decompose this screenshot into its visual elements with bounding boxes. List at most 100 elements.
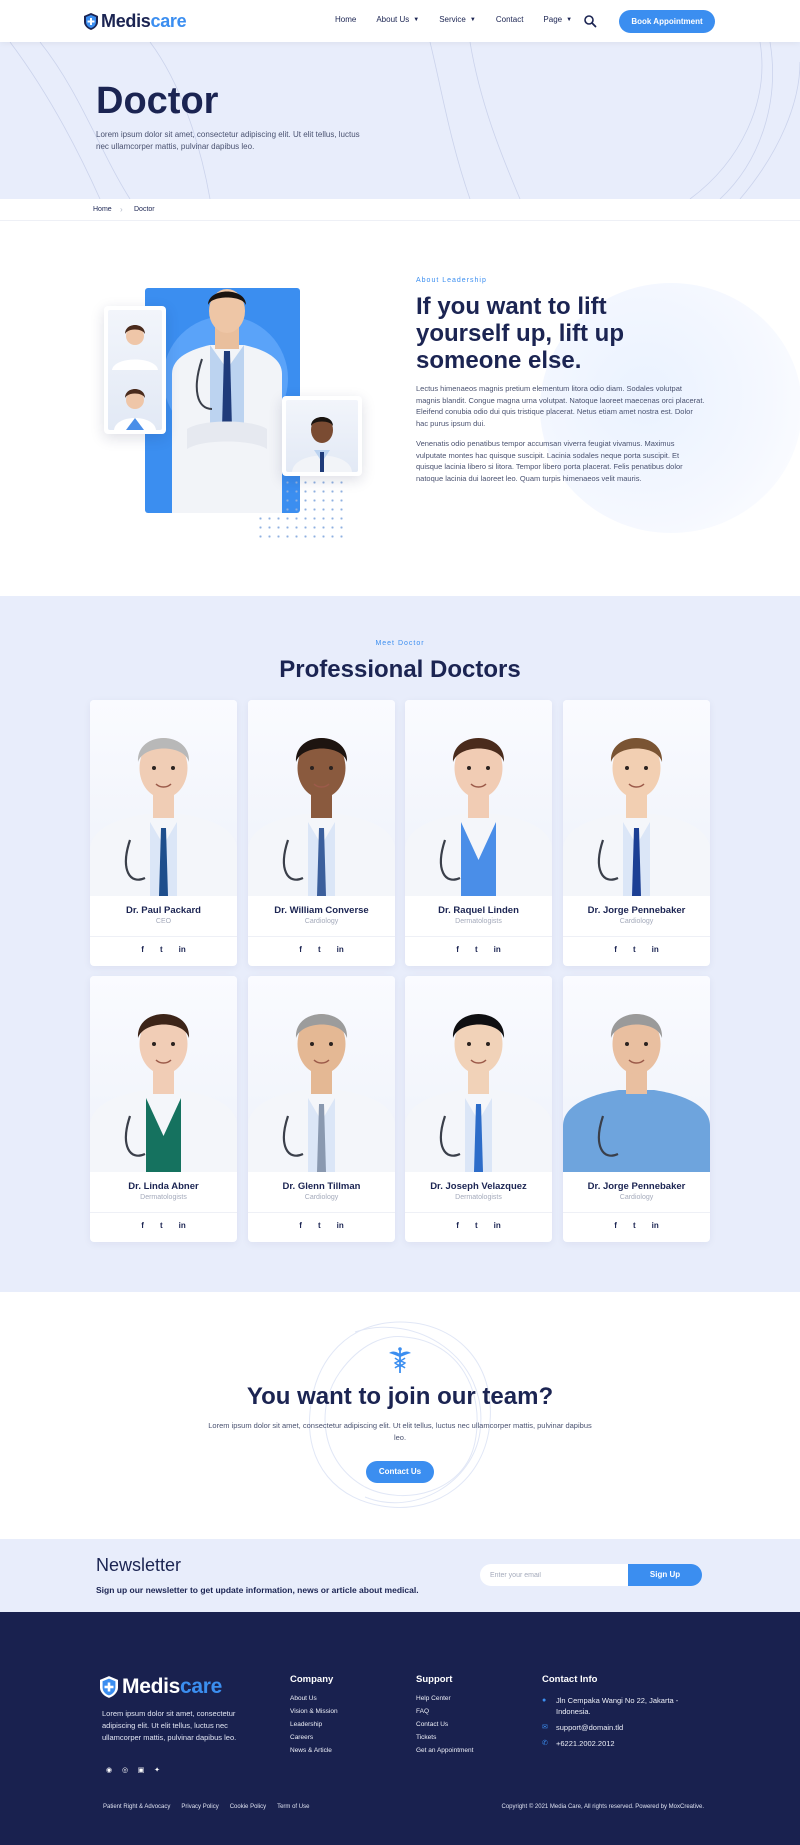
doctor-role: Dermatologists — [455, 918, 502, 925]
doctor-name[interactable]: Dr. Glenn Tillman — [248, 1181, 395, 1192]
footer-social-links: ◉ ◎ ▣ ✦ — [104, 1766, 168, 1776]
legal-link-term-of-use[interactable]: Term of Use — [277, 1804, 309, 1810]
footer-link-careers[interactable]: Careers — [290, 1734, 338, 1741]
nav-item-page[interactable]: Page ▼ — [543, 15, 572, 24]
facebook-icon[interactable]: f — [456, 945, 459, 954]
linkedin-icon[interactable]: in — [494, 1221, 501, 1230]
doctor-card[interactable]: Dr. Joseph Velazquez Dermatologists f t … — [405, 976, 552, 1242]
footer-logo[interactable]: Medis care — [100, 1675, 222, 1699]
breadcrumb-home-link[interactable]: Home — [93, 206, 112, 213]
linkedin-icon[interactable]: in — [337, 945, 344, 954]
doctor-card[interactable]: Dr. William Converse Cardiology f t in — [248, 700, 395, 966]
instagram-icon[interactable]: ◎ — [120, 1766, 130, 1776]
footer-link-faq[interactable]: FAQ — [416, 1708, 473, 1715]
doctor-role: CEO — [155, 918, 172, 925]
doctor-name[interactable]: Dr. Jorge Pennebaker — [563, 1181, 710, 1192]
footer-company-column: Company About Us Vision & Mission Leadersh… — [290, 1674, 338, 1760]
doctor-card[interactable]: Dr. Glenn Tillman Cardiology f t in — [248, 976, 395, 1242]
twitter-icon[interactable]: ✦ — [152, 1766, 162, 1776]
contact-us-button[interactable]: Contact Us — [366, 1461, 434, 1483]
twitter-icon[interactable]: t — [475, 1221, 478, 1230]
twitter-icon[interactable]: t — [633, 1221, 636, 1230]
doctor-card[interactable]: Dr. Jorge Pennebaker Cardiology f t in — [563, 976, 710, 1242]
footer-link-news-article[interactable]: News & Article — [290, 1747, 338, 1754]
doctor-photo — [90, 700, 237, 896]
facebook-icon[interactable]: f — [299, 1221, 302, 1230]
doctor-name[interactable]: Dr. Linda Abner — [90, 1181, 237, 1192]
footer-link-help-center[interactable]: Help Center — [416, 1695, 473, 1702]
join-team-section: You want to join our team? Lorem ipsum d… — [0, 1292, 800, 1539]
facebook-icon[interactable]: f — [141, 1221, 144, 1230]
doctor-name[interactable]: Dr. Paul Packard — [90, 905, 237, 916]
twitter-icon[interactable]: t — [318, 945, 321, 954]
doctor-name[interactable]: Dr. Joseph Velazquez — [405, 1181, 552, 1192]
legal-link-patient-right-advocacy[interactable]: Patient Right & Advocacy — [103, 1804, 170, 1810]
shield-logo-icon — [84, 13, 98, 30]
doctors-title: Professional Doctors — [279, 656, 521, 683]
nav-item-home[interactable]: Home — [335, 15, 356, 24]
legal-link-cookie-policy[interactable]: Cookie Policy — [230, 1804, 266, 1810]
footer-link-get-an-appointment[interactable]: Get an Appointment — [416, 1747, 473, 1754]
twitter-icon[interactable]: t — [633, 945, 636, 954]
footer-link-leadership[interactable]: Leadership — [290, 1721, 338, 1728]
leadership-paragraph-2: Venenatis odio penatibus tempor accumsan… — [416, 439, 683, 483]
linkedin-icon[interactable]: in — [179, 1221, 186, 1230]
linkedin-icon[interactable]: in — [179, 945, 186, 954]
legal-link-privacy-policy[interactable]: Privacy Policy — [181, 1804, 218, 1810]
footer-link-contact-us[interactable]: Contact Us — [416, 1721, 473, 1728]
logo[interactable]: Medis care — [84, 11, 187, 32]
doctor-card[interactable]: Dr. Paul Packard CEO f t in — [90, 700, 237, 966]
twitter-icon[interactable]: t — [475, 945, 478, 954]
chevron-down-icon: ▼ — [566, 16, 573, 23]
nav-item-contact[interactable]: Contact — [496, 15, 524, 24]
doctor-social-links: f t in — [248, 945, 395, 954]
thumbnail-photo-frame — [104, 306, 166, 434]
newsletter-email-input[interactable] — [480, 1564, 630, 1586]
doctor-role: Cardiology — [304, 918, 339, 925]
join-title: You want to join our team? — [246, 1383, 554, 1410]
facebook-icon[interactable]: f — [141, 945, 144, 954]
footer-phone[interactable]: ✆ +6221.2002.2012 — [542, 1738, 712, 1749]
twitter-icon[interactable]: t — [160, 1221, 163, 1230]
address-text: Jln Cempaka Wangi No 22, Jakarta - Indon… — [556, 1696, 679, 1716]
doctor-name[interactable]: Dr. Raquel Linden — [405, 905, 552, 916]
doctor-name[interactable]: Dr. William Converse — [248, 905, 395, 916]
doctor-role: Cardiology — [619, 1194, 654, 1201]
facebook-icon[interactable]: f — [614, 1221, 617, 1230]
doctor-card[interactable]: Dr. Linda Abner Dermatologists f t in — [90, 976, 237, 1242]
sign-up-button[interactable]: Sign Up — [628, 1564, 702, 1586]
email-text[interactable]: support@domain.tld — [556, 1722, 623, 1733]
linkedin-icon[interactable]: in — [652, 1221, 659, 1230]
doctor-role: Dermatologists — [455, 1194, 502, 1201]
doctor-card[interactable]: Dr. Jorge Pennebaker Cardiology f t in — [563, 700, 710, 966]
linkedin-icon[interactable]: in — [494, 945, 501, 954]
twitter-icon[interactable]: t — [160, 945, 163, 954]
facebook-icon[interactable]: f — [299, 945, 302, 954]
site-header: Medis care Home About Us ▼ Service ▼ Contact Pa… — [0, 0, 800, 42]
doctor-card[interactable]: Dr. Raquel Linden Dermatologists f t in — [405, 700, 552, 966]
doctors-section: Meet Doctor Professional Doctors Dr. Pau… — [0, 596, 800, 1292]
nav-item-service[interactable]: Service ▼ — [439, 15, 476, 24]
doctor-name[interactable]: Dr. Jorge Pennebaker — [563, 905, 710, 916]
doctor-photo — [90, 976, 237, 1172]
footer-link-vision-mission[interactable]: Vision & Mission — [290, 1708, 338, 1715]
card-divider — [90, 1212, 237, 1213]
nav-item-about-us[interactable]: About Us ▼ — [376, 15, 419, 24]
linkedin-icon[interactable]: in — [337, 1221, 344, 1230]
facebook-icon[interactable]: ◉ — [104, 1766, 114, 1776]
facebook-icon[interactable]: f — [614, 945, 617, 954]
search-icon[interactable] — [583, 14, 597, 28]
linkedin-icon[interactable]: in — [652, 945, 659, 954]
doctor-social-links: f t in — [90, 945, 237, 954]
doctor-role: Cardiology — [619, 918, 654, 925]
card-divider — [405, 936, 552, 937]
page-hero: Doctor Lorem ipsum dolor sit amet, conse… — [0, 42, 800, 199]
footer-link-about-us[interactable]: About Us — [290, 1695, 338, 1702]
phone-text[interactable]: +6221.2002.2012 — [556, 1738, 615, 1749]
footer-email[interactable]: ✉ support@domain.tld — [542, 1722, 712, 1733]
twitter-icon[interactable]: t — [318, 1221, 321, 1230]
facebook-icon[interactable]: f — [456, 1221, 459, 1230]
footer-link-tickets[interactable]: Tickets — [416, 1734, 473, 1741]
linkedin-icon[interactable]: ▣ — [136, 1766, 146, 1776]
book-appointment-button[interactable]: Book Appointment — [619, 10, 715, 33]
